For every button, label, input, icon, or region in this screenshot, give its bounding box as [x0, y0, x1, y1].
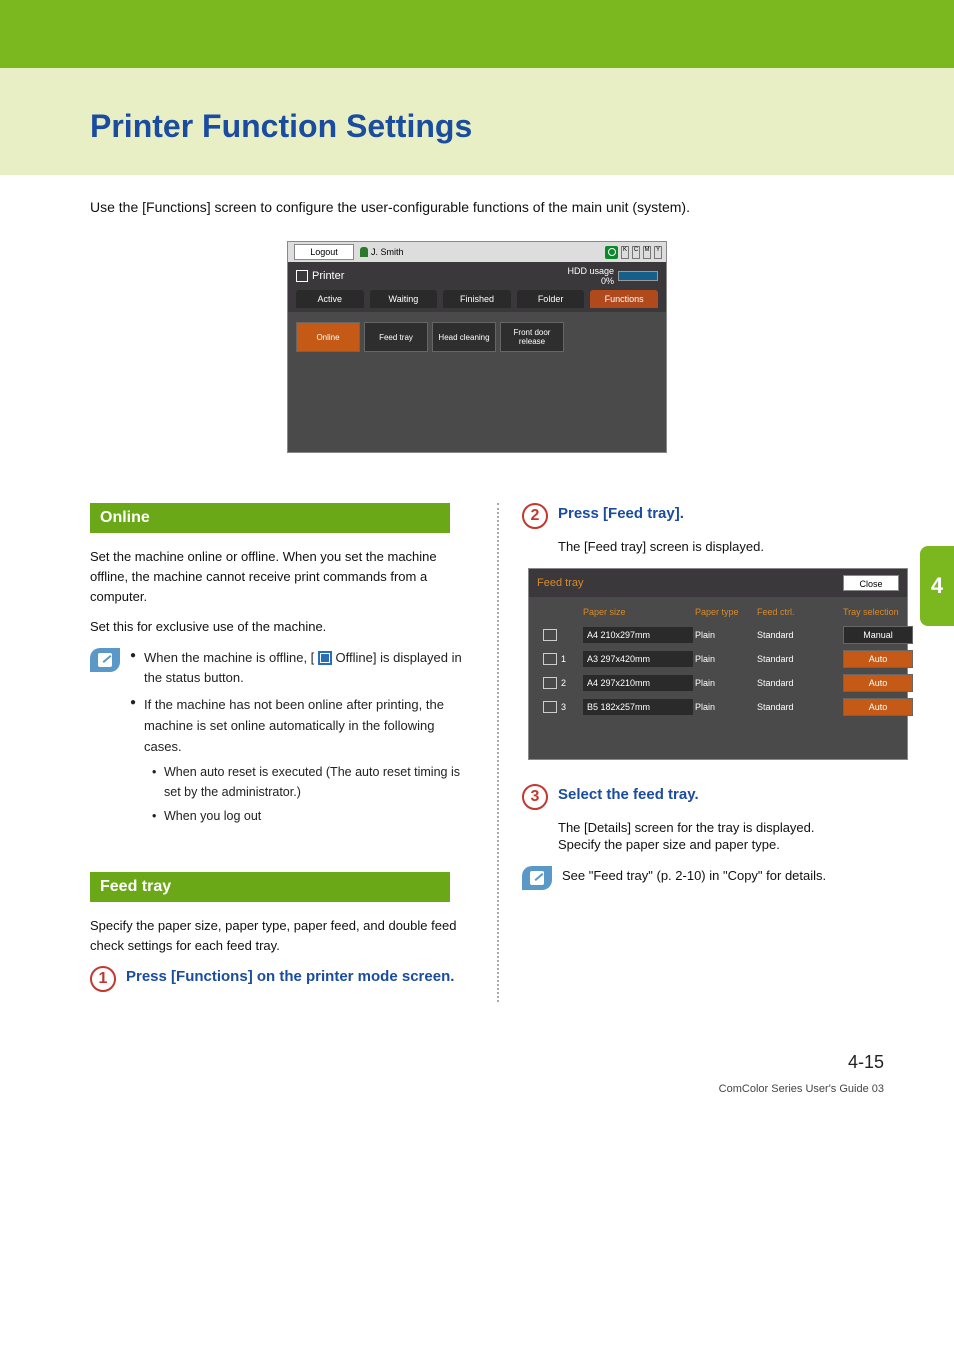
- chapter-side-tab: 4: [920, 546, 954, 626]
- tray-standard-icon: [543, 629, 557, 641]
- logout-button[interactable]: Logout: [294, 244, 354, 260]
- user-label: J. Smith: [360, 247, 404, 257]
- hdd-usage-bar: [618, 271, 658, 281]
- tray-size: A4 297x210mm: [583, 675, 693, 691]
- step-3-title: Select the feed tray.: [558, 784, 699, 805]
- tab-functions[interactable]: Functions: [590, 290, 658, 308]
- fn-online-button[interactable]: Online: [296, 322, 360, 352]
- tray-ctrl: Standard: [757, 702, 827, 712]
- step-1: 1 Press [Functions] on the printer mode …: [90, 966, 475, 992]
- fn-feed-tray-button[interactable]: Feed tray: [364, 322, 428, 352]
- hdd-label: HDD usage: [567, 266, 614, 276]
- tray-1-icon: [543, 653, 557, 665]
- tab-active[interactable]: Active: [296, 290, 364, 308]
- tab-finished[interactable]: Finished: [443, 290, 511, 308]
- tray-ctrl: Standard: [757, 654, 827, 664]
- step-3-desc2: Specify the paper size and paper type.: [558, 837, 922, 852]
- col-feed-ctrl: Feed ctrl.: [757, 607, 827, 617]
- intro-text: Use the [Functions] screen to configure …: [0, 175, 954, 231]
- online-notes: When the machine is offline, [ Offline] …: [130, 648, 475, 832]
- ink-k-icon: K: [621, 246, 629, 259]
- close-button[interactable]: Close: [843, 575, 899, 591]
- step-2: 2 Press [Feed tray].: [522, 503, 922, 529]
- mode-label: Printer: [296, 270, 344, 282]
- page-number: 4-15: [0, 1002, 954, 1073]
- step-2-number: 2: [522, 503, 548, 529]
- note-offline: When the machine is offline, [ Offline] …: [130, 648, 475, 690]
- printer-mode-screenshot: Logout J. Smith K C M Y Printer HDD usag…: [287, 241, 667, 453]
- tray-row-3[interactable]: 3 B5 182x257mm Plain Standard Auto: [529, 695, 907, 719]
- tray-type: Plain: [695, 678, 755, 688]
- person-icon: [360, 247, 368, 257]
- tray-type: Plain: [695, 654, 755, 664]
- tray-type: Plain: [695, 630, 755, 640]
- tray-sel-auto[interactable]: Auto: [843, 698, 913, 716]
- fn-head-cleaning-button[interactable]: Head cleaning: [432, 322, 496, 352]
- note-logout: When you log out: [152, 806, 475, 826]
- fn-front-door-release-button[interactable]: Front door release: [500, 322, 564, 352]
- tray-num: 3: [561, 702, 581, 712]
- title-band: Printer Function Settings: [0, 68, 954, 175]
- note-icon: [522, 866, 552, 890]
- page: Printer Function Settings Use the [Funct…: [0, 0, 954, 1351]
- status-chip-icon: [605, 246, 618, 259]
- tray-ctrl: Standard: [757, 678, 827, 688]
- tray-sel-auto[interactable]: Auto: [843, 650, 913, 668]
- section-feedtray-heading: Feed tray: [90, 872, 450, 902]
- feedtray-screen-title: Feed tray: [537, 577, 583, 589]
- footer-line: ComColor Series User's Guide 03: [0, 1073, 954, 1095]
- page-title: Printer Function Settings: [90, 108, 954, 145]
- crossref-text: See "Feed tray" (p. 2-10) in "Copy" for …: [562, 866, 826, 890]
- tray-3-icon: [543, 701, 557, 713]
- tray-row-2[interactable]: 2 A4 297x210mm Plain Standard Auto: [529, 671, 907, 695]
- ink-c-icon: C: [632, 246, 640, 259]
- tray-size: A3 297x420mm: [583, 651, 693, 667]
- tray-type: Plain: [695, 702, 755, 712]
- step-2-desc: The [Feed tray] screen is displayed.: [558, 539, 922, 554]
- left-column: Online Set the machine online or offline…: [90, 503, 475, 1002]
- printer-icon: [296, 270, 308, 282]
- feedtray-p1: Specify the paper size, paper type, pape…: [90, 916, 475, 956]
- note-icon: [90, 648, 120, 672]
- tray-sel-auto[interactable]: Auto: [843, 674, 913, 692]
- hdd-pct: 0%: [567, 276, 614, 286]
- online-p2: Set this for exclusive use of the machin…: [90, 617, 475, 637]
- ink-y-icon: Y: [654, 246, 662, 259]
- ink-m-icon: M: [643, 246, 651, 259]
- note-auto-reset: When auto reset is executed (The auto re…: [152, 762, 475, 802]
- step-3: 3 Select the feed tray.: [522, 784, 922, 810]
- tray-ctrl: Standard: [757, 630, 827, 640]
- tray-row-standard[interactable]: A4 210x297mm Plain Standard Manual: [529, 623, 907, 647]
- col-paper-size: Paper size: [583, 607, 693, 617]
- note-auto-online: If the machine has not been online after…: [130, 695, 475, 825]
- tab-folder[interactable]: Folder: [517, 290, 585, 308]
- offline-icon: [318, 651, 332, 665]
- step-3-number: 3: [522, 784, 548, 810]
- col-tray-selection: Tray selection: [843, 607, 913, 617]
- tray-num: 1: [561, 654, 581, 664]
- column-divider: [497, 503, 499, 1002]
- step-3-desc1: The [Details] screen for the tray is dis…: [558, 820, 922, 835]
- tray-row-1[interactable]: 1 A3 297x420mm Plain Standard Auto: [529, 647, 907, 671]
- step-1-title: Press [Functions] on the printer mode sc…: [126, 966, 454, 987]
- tray-size: B5 182x257mm: [583, 699, 693, 715]
- tab-waiting[interactable]: Waiting: [370, 290, 438, 308]
- top-accent-bar: [0, 0, 954, 68]
- right-column: 2 Press [Feed tray]. The [Feed tray] scr…: [522, 503, 922, 1002]
- step-1-number: 1: [90, 966, 116, 992]
- tray-size: A4 210x297mm: [583, 627, 693, 643]
- section-online-heading: Online: [90, 503, 450, 533]
- step-2-title: Press [Feed tray].: [558, 503, 684, 524]
- tray-2-icon: [543, 677, 557, 689]
- col-paper-type: Paper type: [695, 607, 755, 617]
- feed-tray-screenshot: Feed tray Close Paper size Paper type Fe…: [528, 568, 908, 760]
- online-p1: Set the machine online or offline. When …: [90, 547, 475, 607]
- tray-num: 2: [561, 678, 581, 688]
- user-name: J. Smith: [371, 247, 404, 257]
- tray-sel-manual[interactable]: Manual: [843, 626, 913, 644]
